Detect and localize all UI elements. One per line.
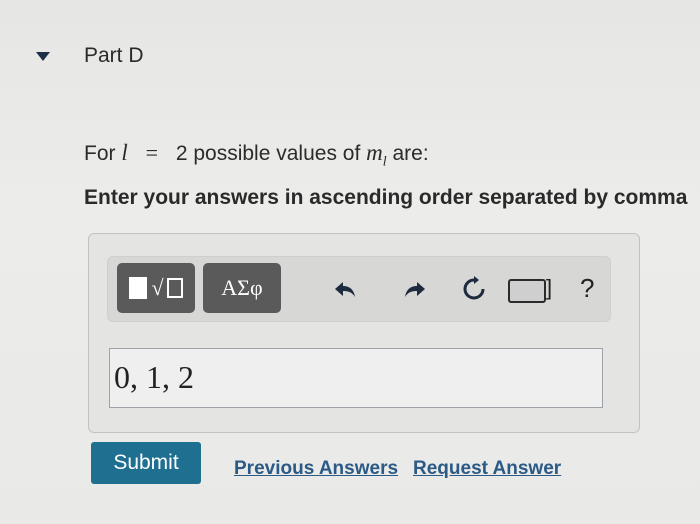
part-header[interactable]: Part D bbox=[36, 44, 144, 68]
placeholder-box-icon bbox=[166, 278, 183, 298]
reset-icon[interactable] bbox=[460, 275, 488, 303]
submit-button[interactable]: Submit bbox=[91, 442, 201, 484]
templates-button[interactable]: √ bbox=[117, 263, 195, 313]
sqrt-icon: √ bbox=[151, 275, 164, 300]
previous-answers-link[interactable]: Previous Answers bbox=[234, 458, 398, 480]
symbols-button[interactable]: ΑΣφ bbox=[203, 263, 281, 313]
question-prefix: For bbox=[84, 142, 116, 165]
answer-input[interactable]: 0, 1, 2 bbox=[109, 348, 603, 408]
part-title: Part D bbox=[84, 44, 144, 67]
var-ml: ml bbox=[366, 140, 387, 170]
equals-sign: = bbox=[145, 140, 158, 165]
help-button[interactable]: ? bbox=[580, 273, 594, 304]
math-toolbar: √ ΑΣφ ] ? bbox=[107, 256, 611, 322]
bracket-label: ] bbox=[546, 275, 553, 300]
caret-down-icon[interactable] bbox=[36, 51, 50, 61]
templates-icon bbox=[129, 277, 148, 299]
var-l: l bbox=[121, 140, 128, 165]
question-text: For l = 2 possible values of ml are: bbox=[84, 140, 429, 171]
redo-icon[interactable] bbox=[401, 275, 429, 303]
instruction-text: Enter your answers in ascending order se… bbox=[84, 186, 688, 209]
keyboard-icon[interactable] bbox=[508, 279, 546, 303]
answer-panel: √ ΑΣφ ] ? 0, 1, 2 bbox=[88, 233, 640, 433]
request-answer-link[interactable]: Request Answer bbox=[413, 458, 561, 480]
question-value: 2 possible values of bbox=[175, 142, 361, 165]
undo-icon[interactable] bbox=[331, 275, 359, 303]
question-suffix: are: bbox=[392, 142, 429, 165]
